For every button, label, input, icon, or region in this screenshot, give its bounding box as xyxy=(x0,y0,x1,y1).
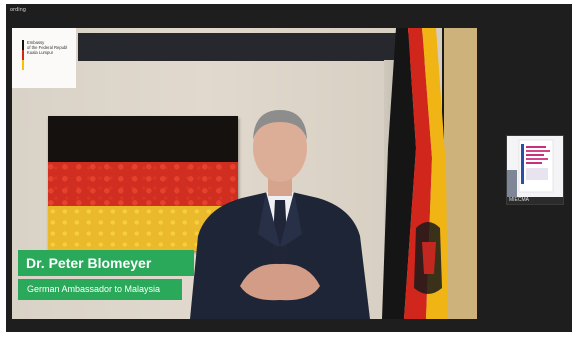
recording-label: ording xyxy=(10,7,26,13)
german-flag xyxy=(382,28,448,319)
logo-flag-red xyxy=(22,50,24,60)
logo-line: Kuala Lumpur xyxy=(27,50,54,55)
thumbnail-poster xyxy=(507,136,563,198)
eagle-detail xyxy=(422,242,436,274)
speaker xyxy=(190,110,370,319)
participant-thumbnail[interactable]: MIECMA xyxy=(506,135,564,205)
speaker-name-banner: Dr. Peter Blomeyer xyxy=(18,250,194,276)
speaker-video[interactable]: Embassy of the Federal Republ Kuala Lump… xyxy=(12,28,477,319)
thumbnail-label: MIECMA xyxy=(507,197,563,204)
video-top-bar xyxy=(78,33,434,61)
speaker-title-banner: German Ambassador to Malaysia xyxy=(18,279,182,300)
video-conference-window: ording Embassy of the Federal Republ Kua… xyxy=(6,4,572,332)
logo-flag-gold xyxy=(22,60,24,70)
logo-text: Embassy of the Federal Republ Kuala Lump… xyxy=(27,40,67,55)
embassy-logo: Embassy of the Federal Republ Kuala Lump… xyxy=(12,28,76,88)
logo-flag-black xyxy=(22,40,24,50)
